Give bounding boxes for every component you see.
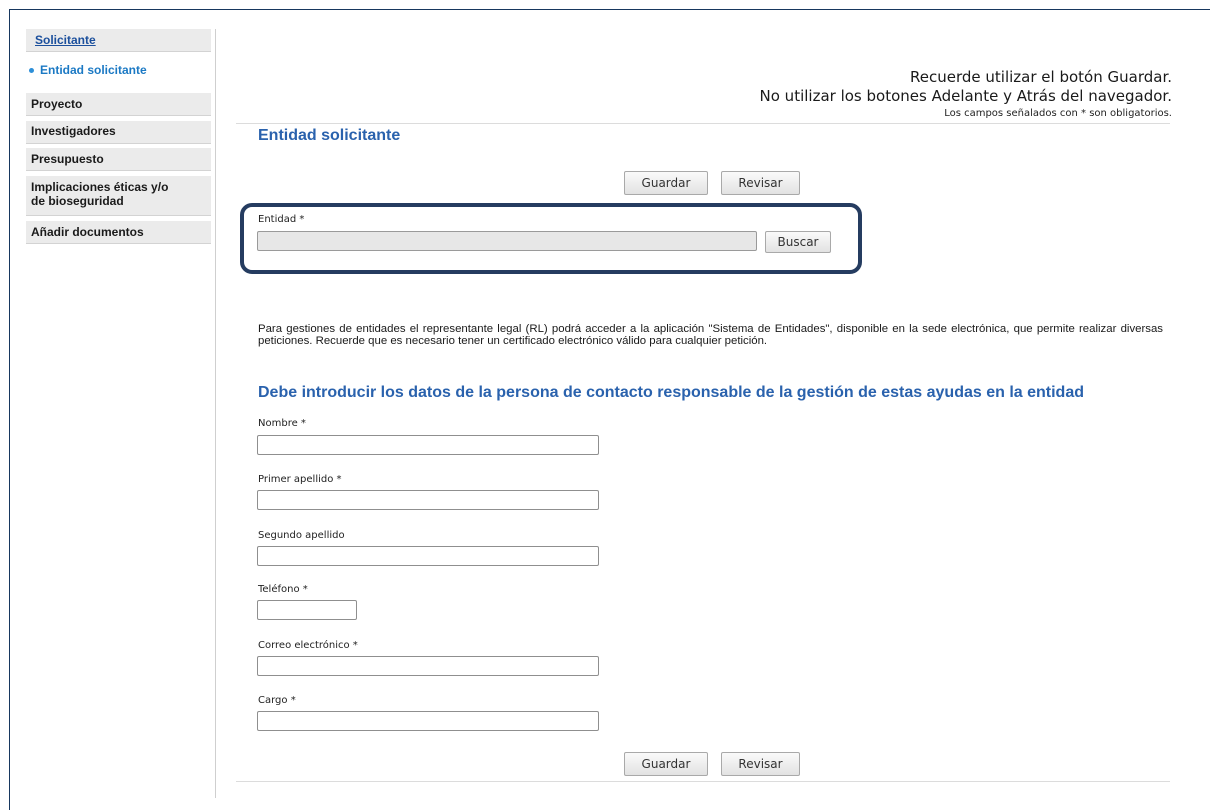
- telefono-label: Teléfono *: [258, 584, 308, 595]
- bullet-icon: [29, 67, 34, 73]
- telefono-input[interactable]: [257, 600, 357, 620]
- sidebar-item-investigadores[interactable]: Investigadores: [26, 121, 211, 144]
- contact-section-title: Debe introducir los datos de la persona …: [258, 384, 1084, 401]
- divider: [236, 123, 1170, 124]
- review-button-bottom[interactable]: Revisar: [721, 752, 800, 776]
- cargo-input[interactable]: [257, 711, 599, 731]
- entidad-label: Entidad *: [258, 214, 305, 225]
- notice-save-reminder: Recuerde utilizar el botón Guardar.: [910, 68, 1172, 86]
- notice-required-fields: Los campos señalados con * son obligator…: [944, 108, 1172, 119]
- nombre-label: Nombre *: [258, 418, 306, 429]
- nombre-input[interactable]: [257, 435, 599, 455]
- segundo-apellido-input[interactable]: [257, 546, 599, 566]
- primer-apellido-label: Primer apellido *: [258, 474, 342, 485]
- entidad-input[interactable]: [257, 231, 757, 251]
- sidebar-item-label: Entidad solicitante: [40, 63, 147, 77]
- save-button-bottom[interactable]: Guardar: [624, 752, 708, 776]
- save-button-top[interactable]: Guardar: [624, 171, 708, 195]
- sidebar-item-implicaciones[interactable]: Implicaciones éticas y/o de bioseguridad: [26, 176, 211, 216]
- search-button[interactable]: Buscar: [765, 231, 831, 253]
- page-title: Entidad solicitante: [258, 127, 401, 144]
- sidebar-item-entidad-solicitante[interactable]: Entidad solicitante: [26, 63, 211, 85]
- notice-browser-buttons: No utilizar los botones Adelante y Atrás…: [759, 87, 1172, 105]
- segundo-apellido-label: Segundo apellido: [258, 530, 345, 541]
- sidebar-item-proyecto[interactable]: Proyecto: [26, 93, 211, 116]
- sidebar-nav: Solicitante Entidad solicitante Proyecto…: [20, 29, 216, 798]
- correo-input[interactable]: [257, 656, 599, 676]
- entidades-info-text: Para gestiones de entidades el represent…: [258, 323, 1163, 347]
- divider-bottom: [236, 781, 1170, 782]
- review-button-top[interactable]: Revisar: [721, 171, 800, 195]
- cargo-label: Cargo *: [258, 695, 296, 706]
- correo-label: Correo electrónico *: [258, 640, 358, 651]
- sidebar-link-solicitante[interactable]: Solicitante: [26, 29, 211, 52]
- sidebar-item-presupuesto[interactable]: Presupuesto: [26, 148, 211, 171]
- primer-apellido-input[interactable]: [257, 490, 599, 510]
- sidebar-item-anadir-documentos[interactable]: Añadir documentos: [26, 221, 211, 244]
